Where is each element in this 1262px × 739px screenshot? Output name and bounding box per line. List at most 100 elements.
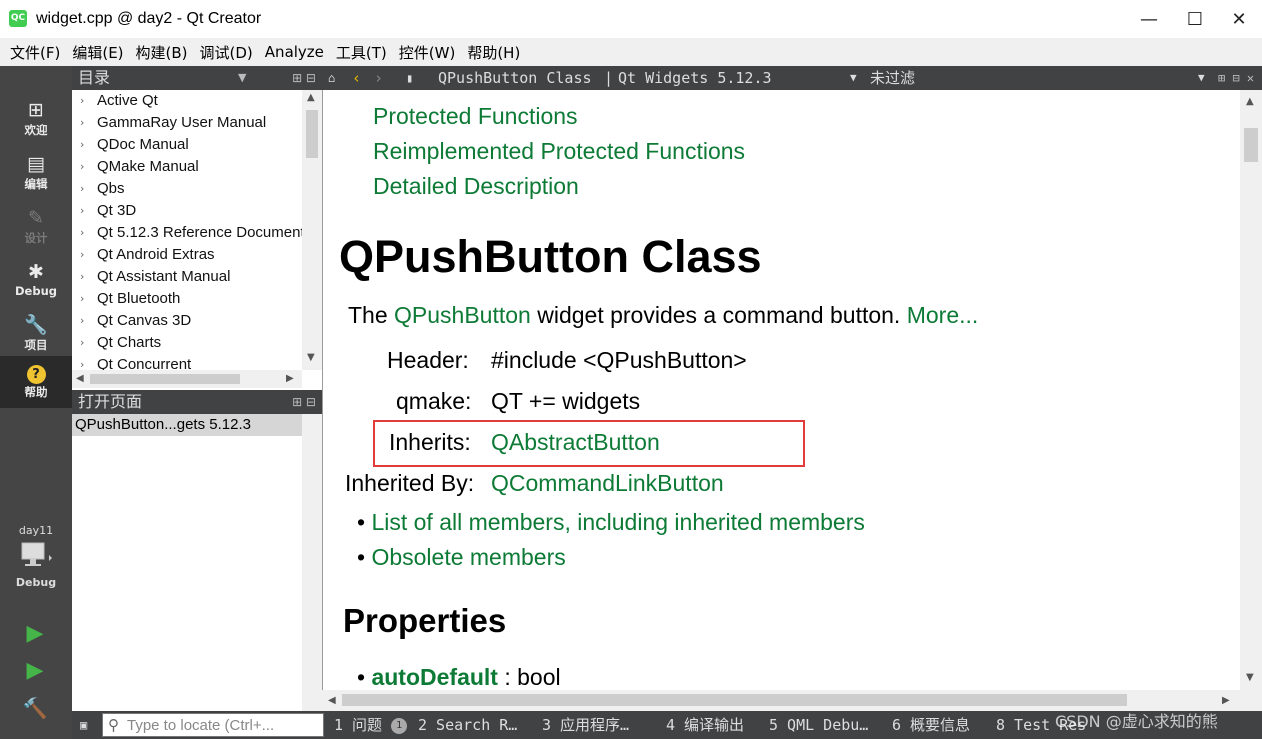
open-pages-scrollbar[interactable] [302, 414, 322, 711]
more-link[interactable]: More... [907, 302, 979, 328]
close-button[interactable]: ✕ [1216, 0, 1262, 38]
open-pages-title: 打开页面 [78, 392, 143, 411]
toc-vertical-scrollbar[interactable]: ▲ ▼ [302, 90, 322, 370]
chevron-right-icon: › [80, 358, 85, 370]
toc-item[interactable]: › GammaRay User Manual [72, 112, 302, 134]
toc-item[interactable]: › Qt 3D [72, 200, 302, 222]
toc-item[interactable]: › Qt Concurrent [72, 354, 302, 370]
toc-item[interactable]: › Qt Canvas 3D [72, 310, 302, 332]
qmake-value: QT += widgets [491, 388, 641, 414]
toc-horizontal-scrollbar[interactable]: ◀ ▶ [72, 370, 302, 388]
qpushbutton-link[interactable]: QPushButton [394, 302, 531, 328]
obsolete-members-link[interactable]: Obsolete members [371, 544, 565, 570]
pane-qml-debugger[interactable]: 5 QML Debu… [769, 711, 868, 739]
split-close-icons[interactable]: ⊞ ⊟ ✕ [1218, 66, 1254, 90]
locator-input[interactable]: ⚲ Type to locate (Ctrl+... [102, 713, 324, 737]
toc-item[interactable]: › QMake Manual [72, 156, 302, 178]
menu-debug[interactable]: 调试(D) [194, 42, 259, 63]
scroll-left-icon[interactable]: ◀ [76, 373, 84, 384]
toc-item[interactable]: › Qt Bluetooth [72, 288, 302, 310]
scroll-thumb[interactable] [306, 110, 318, 158]
toc-item[interactable]: › QDoc Manual [72, 134, 302, 156]
link-reimplemented-protected-functions[interactable]: Reimplemented Protected Functions [373, 138, 745, 165]
pane-application-output[interactable]: 3 应用程序… [542, 711, 629, 739]
home-icon[interactable]: ⌂ [328, 66, 335, 90]
menu-file[interactable]: 文件(F) [4, 42, 66, 63]
mode-debug-label: Debug [15, 284, 57, 298]
page-dropdown-icon[interactable]: ▼ [850, 66, 857, 90]
chevron-right-icon: › [80, 270, 85, 283]
toc-dropdown-icon[interactable]: ▼ [238, 66, 246, 90]
pane-issues[interactable]: 1 问题 1 [334, 711, 408, 739]
kit-selector[interactable]: day11 Debug [0, 524, 72, 589]
page-title: QPushButton Class [339, 231, 762, 282]
scroll-up-icon[interactable]: ▲ [1246, 96, 1254, 107]
toc-item[interactable]: › Qt Charts [72, 332, 302, 354]
forward-icon[interactable]: › [374, 66, 383, 90]
menu-edit[interactable]: 编辑(E) [66, 42, 129, 63]
toc-item[interactable]: › Qt Assistant Manual [72, 266, 302, 288]
window-title: widget.cpp @ day2 - Qt Creator [36, 10, 262, 27]
open-pages-split-close-icons[interactable]: ⊞ ⊟ [292, 390, 316, 414]
build-hammer-icon[interactable]: 🔨 [20, 693, 50, 723]
scroll-right-icon[interactable]: ▶ [286, 373, 294, 384]
mode-debug[interactable]: ✱ Debug [0, 256, 72, 310]
toggle-sidebar-icon[interactable]: ▣ [80, 711, 87, 739]
scroll-thumb[interactable] [90, 374, 240, 384]
pane-compile-output[interactable]: 4 编译输出 [666, 711, 744, 739]
toc-header: 目录 ▼ ⊞ ⊟ [72, 66, 322, 90]
minimize-button[interactable]: — [1126, 0, 1172, 38]
content-vertical-scrollbar[interactable]: ▲ ▼ [1240, 90, 1262, 690]
filter-label[interactable]: 未过滤 [870, 66, 915, 90]
toc-item[interactable]: ›Qt 5.12.3 Reference Documentation [72, 222, 302, 244]
mode-design[interactable]: ✎ 设计 [0, 202, 72, 256]
toc-tree: › Active Qt › GammaRay User Manual › QDoc M… [72, 90, 302, 370]
monitor-icon [21, 542, 52, 566]
mode-welcome[interactable]: ⊞ 欢迎 [0, 94, 72, 148]
menu-help[interactable]: 帮助(H) [461, 42, 526, 63]
search-icon: ⚲ [108, 717, 119, 734]
inherits-link[interactable]: QAbstractButton [491, 429, 660, 456]
scroll-down-icon[interactable]: ▼ [1246, 672, 1254, 683]
scroll-down-icon[interactable]: ▼ [307, 352, 315, 363]
mode-help[interactable]: ? 帮助 [0, 356, 72, 408]
filter-dropdown-icon[interactable]: ▼ [1198, 66, 1205, 90]
chevron-right-icon: › [80, 138, 85, 151]
scroll-thumb[interactable] [1244, 128, 1258, 162]
link-protected-functions[interactable]: Protected Functions [373, 103, 578, 130]
chevron-right-icon: › [80, 226, 85, 239]
open-pages-list: QPushButton...gets 5.12.3 [72, 414, 302, 711]
toc-title: 目录 [78, 68, 111, 87]
link-detailed-description[interactable]: Detailed Description [373, 173, 579, 200]
toc-item[interactable]: › Qt Android Extras [72, 244, 302, 266]
menu-build[interactable]: 构建(B) [130, 42, 194, 63]
menu-analyze[interactable]: Analyze [259, 43, 330, 61]
scroll-up-icon[interactable]: ▲ [307, 92, 315, 103]
toc-item[interactable]: › Qbs [72, 178, 302, 200]
menu-widgets[interactable]: 控件(W) [393, 42, 462, 63]
scroll-thumb[interactable] [342, 694, 1127, 706]
pane-search-results[interactable]: 2 Search R… [418, 711, 517, 739]
debug-run-icon[interactable]: ▶ [20, 656, 50, 686]
menu-tools[interactable]: 工具(T) [330, 42, 393, 63]
inherited-by-link[interactable]: QCommandLinkButton [491, 470, 724, 497]
back-icon[interactable]: ‹ [352, 66, 361, 90]
qt-creator-window: QC widget.cpp @ day2 - Qt Creator — ☐ ✕ … [0, 0, 1262, 739]
run-icon[interactable]: ▶ [20, 619, 50, 649]
toc-item[interactable]: › Active Qt [72, 90, 302, 112]
open-page-item[interactable]: QPushButton...gets 5.12.3 [72, 414, 302, 436]
pane-general-messages[interactable]: 6 概要信息 [892, 711, 970, 739]
scroll-right-icon[interactable]: ▶ [1222, 695, 1230, 706]
mode-projects[interactable]: 🔧 项目 [0, 309, 72, 363]
wrench-icon: 🔧 [24, 314, 48, 336]
maximize-button[interactable]: ☐ [1172, 0, 1218, 38]
bookmark-icon[interactable]: ▮ [406, 66, 413, 90]
toc-split-close-icons[interactable]: ⊞ ⊟ [292, 66, 316, 90]
scroll-left-icon[interactable]: ◀ [328, 695, 336, 706]
document-icon: ▤ [27, 153, 45, 175]
mode-help-label: 帮助 [24, 385, 48, 399]
mode-edit[interactable]: ▤ 编辑 [0, 148, 72, 202]
list-all-members-link[interactable]: List of all members, including inherited… [371, 509, 864, 535]
autodefault-link[interactable]: autoDefault [371, 664, 498, 690]
scroll-corner [1240, 690, 1262, 711]
